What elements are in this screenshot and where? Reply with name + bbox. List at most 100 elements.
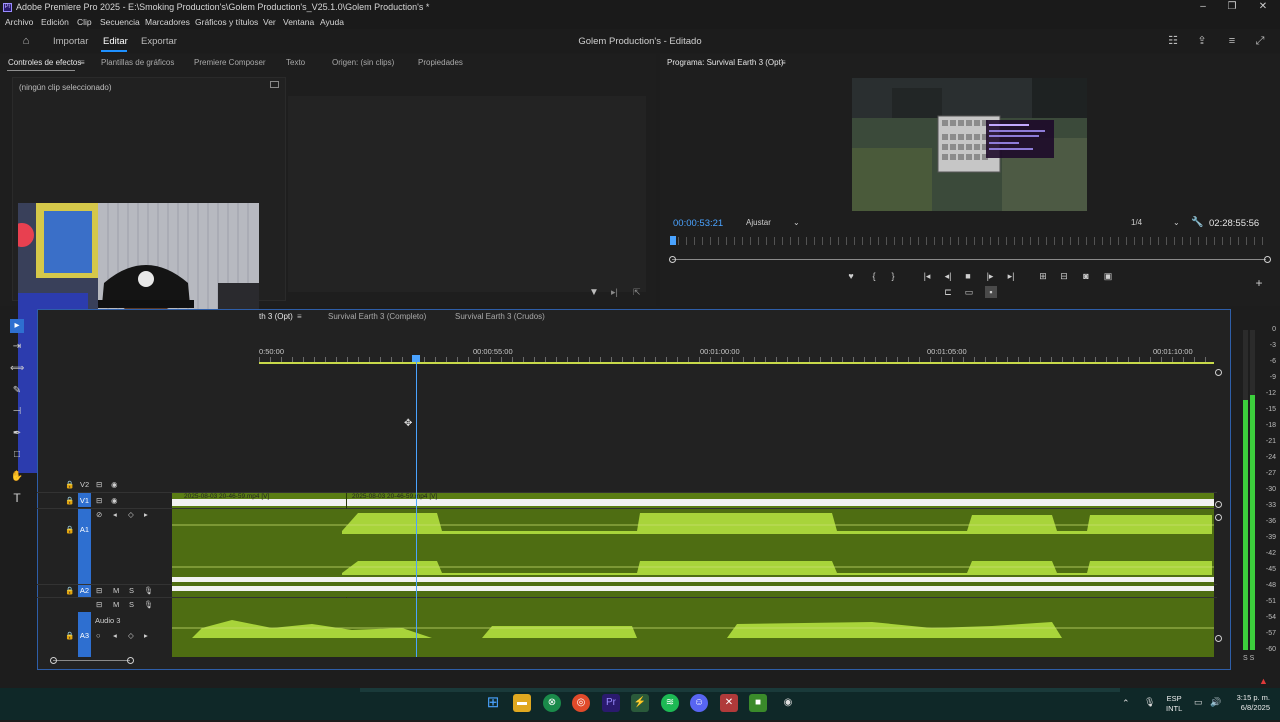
- lock-icon[interactable]: 🔒: [65, 586, 74, 595]
- maximize-icon[interactable]: ❐: [1225, 1, 1239, 13]
- spotify-icon[interactable]: ≋: [661, 694, 679, 712]
- obs-icon[interactable]: ◉: [779, 694, 797, 712]
- audio-clip-a1[interactable]: [172, 509, 1214, 584]
- step-forward-icon[interactable]: |▸: [984, 270, 996, 282]
- nav-exportar[interactable]: Exportar: [141, 36, 177, 47]
- tab-sequence-completo[interactable]: Survival Earth 3 (Completo): [328, 312, 426, 321]
- keyframe-prev-icon[interactable]: ◂: [113, 510, 117, 519]
- close-icon[interactable]: ✕: [1256, 1, 1270, 13]
- home-icon[interactable]: ⌂: [20, 35, 32, 47]
- workspaces-icon[interactable]: ☷: [1167, 35, 1179, 47]
- timeline-playhead-handle[interactable]: [412, 355, 420, 362]
- sync-lock-icon[interactable]: ⊟: [96, 586, 102, 595]
- mute-button[interactable]: M: [113, 586, 119, 595]
- program-menu-icon[interactable]: ≡: [781, 58, 786, 67]
- play-only-audio-icon[interactable]: ▸|: [611, 287, 618, 298]
- menu-clip[interactable]: Clip: [77, 17, 92, 27]
- sync-lock-icon[interactable]: ⊟: [96, 496, 102, 505]
- menu-secuencia[interactable]: Secuencia: [100, 17, 140, 27]
- tab-sequence-opt[interactable]: th 3 (Opt): [259, 312, 293, 321]
- lock-icon[interactable]: 🔒: [65, 525, 74, 534]
- vr-view-icon[interactable]: ▭: [963, 286, 975, 298]
- comparison-view-icon[interactable]: ▣: [1102, 270, 1114, 282]
- volume-icon[interactable]: 🔊: [1210, 697, 1221, 708]
- lock-icon[interactable]: 🔒: [65, 631, 74, 640]
- razor-tool-icon[interactable]: ✎: [10, 384, 24, 398]
- sync-lock-icon[interactable]: ⊟: [96, 600, 102, 609]
- hamburger-icon[interactable]: ≡: [1226, 35, 1238, 47]
- lock-icon[interactable]: 🔒: [65, 480, 74, 489]
- zoom-scrollbar[interactable]: [672, 259, 1266, 260]
- chrome-icon[interactable]: ◎: [572, 694, 590, 712]
- clock[interactable]: 3:15 p. m. 6/8/2025: [1228, 693, 1270, 713]
- minecraft-icon[interactable]: ■: [749, 694, 767, 712]
- network-icon[interactable]: ▭: [1194, 697, 1203, 708]
- solo-button[interactable]: S: [129, 600, 134, 609]
- add-button-icon[interactable]: +: [1253, 277, 1265, 289]
- resolution-dropdown[interactable]: 1/4 ⌄: [1131, 218, 1180, 227]
- go-to-out-icon[interactable]: ▸|: [1005, 270, 1017, 282]
- proxy-toggle-icon[interactable]: ▪: [985, 286, 997, 298]
- eye-icon[interactable]: ◉: [111, 496, 118, 505]
- type-tool-icon[interactable]: T: [10, 491, 24, 505]
- rectangle-tool-icon[interactable]: □: [10, 448, 24, 462]
- vertical-scroll-handle[interactable]: [1215, 514, 1222, 521]
- mark-out-icon[interactable]: }: [887, 270, 899, 282]
- language-indicator[interactable]: ESP INTL: [1166, 694, 1182, 714]
- timeline-zoom-handle-left[interactable]: [50, 657, 57, 664]
- sync-lock-icon[interactable]: ⊟: [96, 480, 102, 489]
- vertical-scroll-handle[interactable]: [1215, 635, 1222, 642]
- share-icon[interactable]: ⇪: [1196, 35, 1208, 47]
- pan-knob-icon[interactable]: ○: [96, 631, 101, 640]
- selection-tool-icon[interactable]: ▸: [10, 319, 24, 333]
- fx-icon[interactable]: ⊘: [96, 510, 102, 519]
- zoom-handle-right[interactable]: [1264, 256, 1271, 263]
- menu-ventana[interactable]: Ventana: [283, 17, 314, 27]
- xbox-icon[interactable]: ⊗: [543, 694, 561, 712]
- keyframe-prev-icon[interactable]: ◂: [113, 631, 117, 640]
- export-frame-icon[interactable]: ◙: [1080, 270, 1092, 282]
- go-to-in-icon[interactable]: |◂: [921, 270, 933, 282]
- pen-tool-icon[interactable]: ✒: [10, 427, 24, 441]
- extract-icon[interactable]: ⊟: [1058, 270, 1070, 282]
- settings-wrench-icon[interactable]: 🔧: [1191, 217, 1203, 228]
- program-timecode[interactable]: 00:00:53:21: [673, 218, 723, 229]
- keyframe-add-icon[interactable]: ◇: [128, 631, 134, 640]
- premiere-taskbar-icon[interactable]: Pr: [602, 694, 620, 712]
- mic-tray-icon[interactable]: 🎙: [1144, 697, 1155, 708]
- fit-dropdown[interactable]: Ajustar ⌄: [746, 218, 800, 227]
- ripple-edit-icon[interactable]: ⟺: [10, 362, 24, 376]
- add-marker-icon[interactable]: ♥: [845, 270, 857, 282]
- menu-marcadores[interactable]: Marcadores: [145, 17, 190, 27]
- menu-ver[interactable]: Ver: [263, 17, 276, 27]
- tab-origen[interactable]: Origen: (sin clips): [332, 58, 394, 67]
- mute-button[interactable]: M: [113, 600, 119, 609]
- mic-icon[interactable]: 🎙: [144, 586, 154, 595]
- lift-icon[interactable]: ⊞: [1037, 270, 1049, 282]
- tab-premiere-composer[interactable]: Premiere Composer: [194, 58, 266, 67]
- keyframe-next-icon[interactable]: ▸: [144, 631, 148, 640]
- zoom-handle-left[interactable]: [669, 256, 676, 263]
- keyframe-add-icon[interactable]: ◇: [128, 510, 134, 519]
- keyframe-next-icon[interactable]: ▸: [144, 510, 148, 519]
- chevron-up-icon[interactable]: ⌃: [1122, 698, 1130, 709]
- lock-icon[interactable]: 🔒: [65, 496, 74, 505]
- audio-clip-a3[interactable]: [172, 598, 1214, 657]
- target-a1[interactable]: [78, 509, 91, 584]
- timeline-zoom-handle-right[interactable]: [127, 657, 134, 664]
- tab-effect-controls[interactable]: Controles de efectos: [8, 58, 81, 67]
- eye-icon[interactable]: ◉: [111, 480, 118, 489]
- vertical-scroll-handle[interactable]: [1215, 501, 1222, 508]
- menu-ayuda[interactable]: Ayuda: [320, 17, 344, 27]
- nav-editar[interactable]: Editar: [103, 36, 128, 47]
- solo-button[interactable]: S: [129, 586, 134, 595]
- fullscreen-icon[interactable]: ⤢: [1254, 35, 1266, 47]
- filter-icon[interactable]: ▼: [589, 287, 599, 298]
- slip-tool-icon[interactable]: ⊣: [10, 405, 24, 419]
- game-launcher-icon[interactable]: ⚡: [631, 694, 649, 712]
- vertical-scroll-handle[interactable]: [1215, 369, 1222, 376]
- tab-plantillas[interactable]: Plantillas de gráficos: [101, 58, 174, 67]
- nav-importar[interactable]: Importar: [53, 36, 88, 47]
- hand-tool-icon[interactable]: ✋: [10, 470, 24, 484]
- discord-icon[interactable]: ☺: [690, 694, 708, 712]
